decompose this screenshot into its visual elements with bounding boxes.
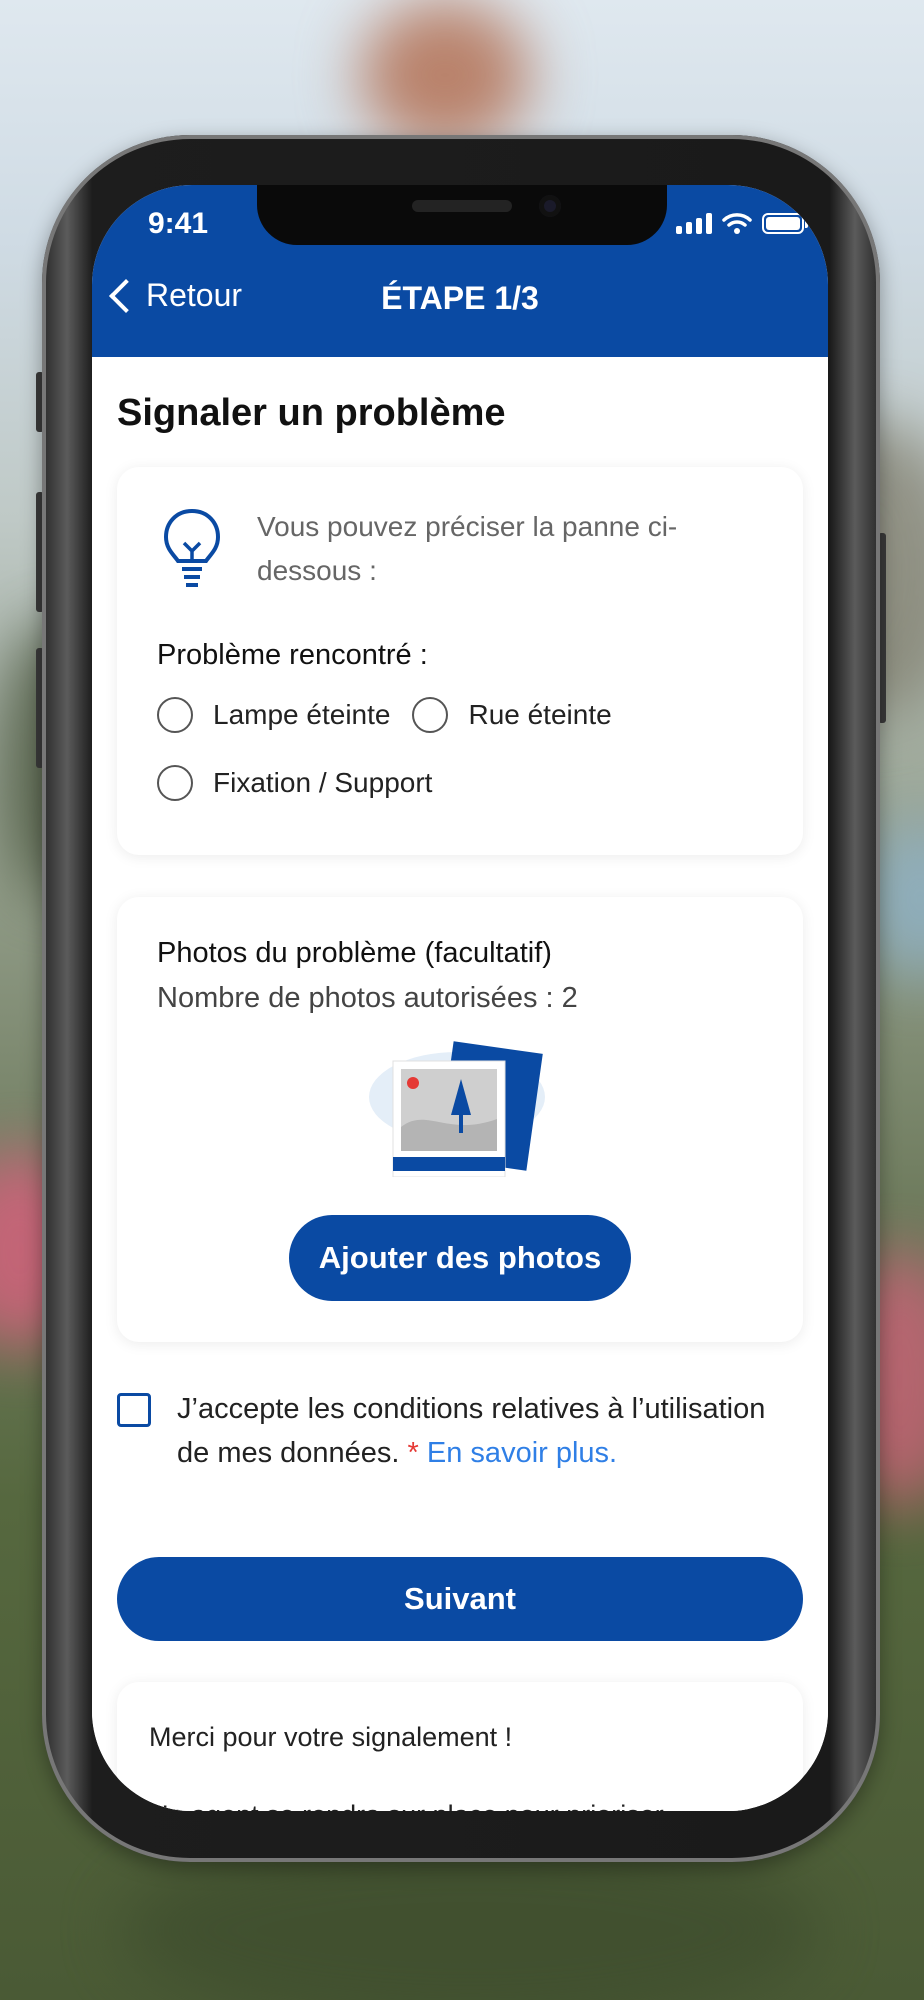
radio-circle[interactable]	[412, 697, 449, 733]
notch	[257, 185, 667, 245]
radio-label: Fixation / Support	[213, 767, 433, 798]
battery-icon	[762, 212, 808, 234]
lightbulb-icon	[163, 508, 221, 587]
signal-icon	[676, 212, 712, 234]
photo-title: Photos du problème (facultatif)	[157, 937, 552, 969]
add-photos-button[interactable]: Ajouter des photos	[289, 1215, 631, 1301]
required-mark: *	[407, 1437, 419, 1469]
status-time: 9:41	[148, 207, 209, 240]
wifi-icon	[722, 213, 752, 234]
consent-checkbox[interactable]	[117, 1393, 151, 1427]
form-content: Signaler un problème Vous pouvez précise…	[92, 357, 828, 1811]
photo-card: Photos du problème (facultatif) Nombre d…	[117, 897, 803, 1342]
agent-text: Un agent se rendra sur place pour priori…	[149, 1800, 769, 1811]
radio-circle[interactable]	[157, 765, 193, 801]
problem-options: Lampe éteinte Rue éteinte Fixation / Sup…	[157, 695, 777, 831]
radio-label: Rue éteinte	[468, 699, 612, 730]
problem-card: Vous pouvez préciser la panne ci-dessous…	[117, 467, 803, 855]
thanks-text: Merci pour votre signalement !	[149, 1722, 513, 1752]
radio-label: Lampe éteinte	[213, 699, 391, 730]
radio-rue-eteinte[interactable]: Rue éteinte	[412, 697, 612, 733]
photo-illustration	[369, 1041, 545, 1177]
radio-fixation-support[interactable]: Fixation / Support	[157, 765, 432, 801]
consent-text: J’accepte les conditions relatives à l’u…	[177, 1387, 777, 1475]
problem-label: Problème rencontré :	[157, 639, 428, 671]
learn-more-link[interactable]: En savoir plus.	[427, 1437, 617, 1469]
info-card: Merci pour votre signalement ! Un agent …	[117, 1682, 803, 1811]
radio-circle[interactable]	[157, 697, 193, 733]
photo-subtitle: Nombre de photos autorisées : 2	[157, 982, 578, 1014]
page-title: Signaler un problème	[117, 392, 506, 434]
status-icons	[676, 211, 808, 235]
next-button[interactable]: Suivant	[117, 1557, 803, 1641]
phone-screen: 9:41 Retour ÉTAPE 1/3 Signaler un problè…	[92, 185, 828, 1811]
step-title: ÉTAPE 1/3	[381, 280, 539, 316]
hint-text: Vous pouvez préciser la panne ci-dessous…	[257, 511, 678, 586]
radio-lampe-eteinte[interactable]: Lampe éteinte	[157, 697, 390, 733]
